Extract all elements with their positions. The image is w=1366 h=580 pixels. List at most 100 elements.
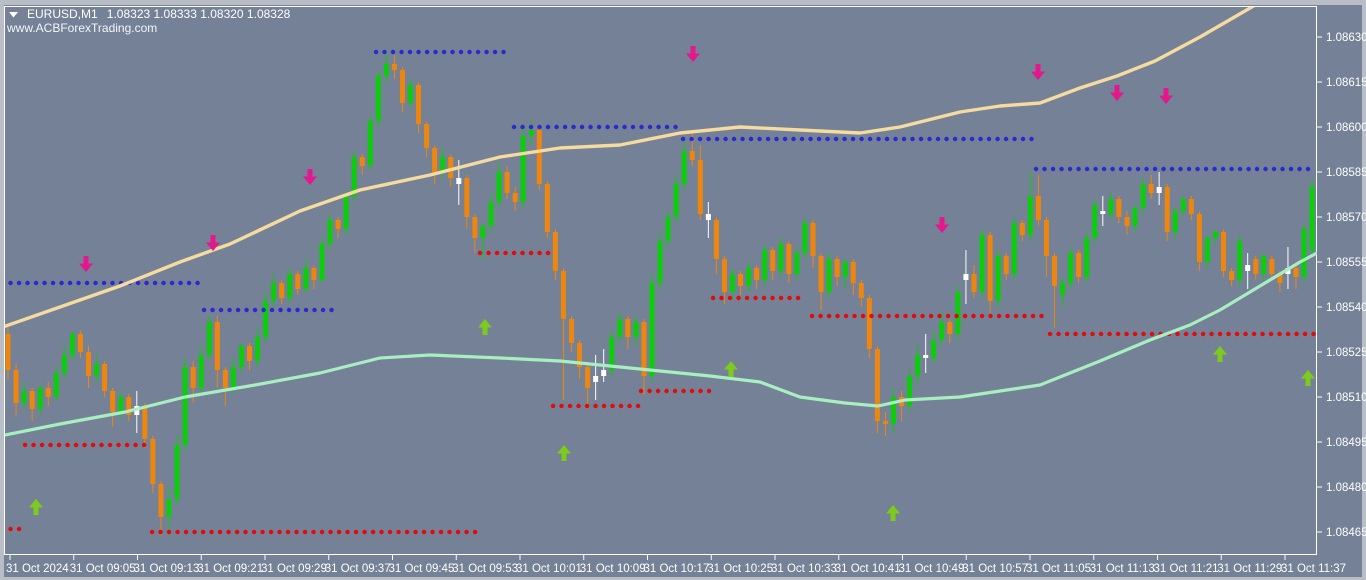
chart-background[interactable]	[0, 0, 1366, 580]
candle-body	[183, 367, 188, 445]
candle-body	[199, 355, 204, 388]
candle-body	[86, 352, 91, 376]
x-axis-label: 31 Oct 09:29	[261, 563, 327, 575]
quote-ohlc: 1.08323 1.08333 1.08320 1.08328	[107, 7, 291, 21]
candle-body	[875, 349, 880, 421]
candle-body	[94, 364, 99, 376]
candle-body	[384, 64, 389, 76]
candle-body	[1157, 187, 1162, 193]
candle-body	[1084, 238, 1089, 277]
candle-body	[931, 340, 936, 358]
candle-body	[585, 367, 590, 388]
candle-body	[625, 319, 630, 337]
candle-body	[819, 256, 824, 292]
candle-body	[988, 235, 993, 301]
candle-body	[1189, 199, 1194, 214]
candle-body	[996, 256, 1001, 301]
quote-line: EURUSD,M1 1.08323 1.08333 1.08320 1.08328	[27, 7, 291, 21]
candle-body	[239, 346, 244, 367]
x-axis-label: 31 Oct 09:53	[452, 563, 518, 575]
candle-body	[255, 337, 260, 361]
candle-body	[150, 439, 155, 484]
candle-body	[843, 262, 848, 277]
y-axis-label: 1.08525	[1326, 347, 1366, 359]
candle-body	[1044, 220, 1049, 256]
window-frame-edge	[0, 0, 4, 580]
candle-body	[1068, 253, 1073, 283]
candle-body	[263, 301, 268, 337]
chart-window: 1.086301.086151.086001.085851.085701.085…	[0, 0, 1366, 580]
candle-body	[456, 178, 461, 184]
candle-body	[682, 151, 687, 184]
candle-body	[867, 298, 872, 349]
candle-body	[915, 355, 920, 376]
candle-body	[497, 172, 502, 202]
y-axis-label: 1.08465	[1326, 527, 1366, 539]
candle-body	[1108, 199, 1113, 214]
candle-body	[408, 85, 413, 103]
candle-body	[786, 244, 791, 274]
candle-body	[1116, 199, 1121, 217]
candle-body	[1133, 208, 1138, 226]
x-axis-label: 31 Oct 10:49	[899, 563, 965, 575]
candle-body	[1012, 223, 1017, 274]
candle-body	[1020, 223, 1025, 235]
candle-body	[1149, 184, 1154, 193]
candle-body	[811, 223, 816, 256]
candle-body	[593, 376, 598, 382]
x-axis-label: 31 Oct 10:33	[771, 563, 837, 575]
y-axis-label: 1.08615	[1326, 77, 1366, 89]
candle-body	[1092, 205, 1097, 238]
candle-body	[963, 274, 968, 280]
x-axis-label: 31 Oct 10:25	[707, 563, 773, 575]
candle-body	[762, 250, 767, 280]
candle-body	[1229, 271, 1234, 280]
candle-body	[714, 220, 719, 259]
candle-body	[1197, 214, 1202, 262]
candle-body	[1237, 241, 1242, 280]
candle-body	[191, 367, 196, 388]
candle-body	[851, 262, 856, 283]
candle-body	[38, 388, 43, 409]
candle-body	[368, 121, 373, 166]
candle-body	[1100, 211, 1105, 214]
candle-body	[416, 85, 421, 124]
candle-body	[545, 184, 550, 232]
candle-body	[328, 220, 333, 244]
candle-body	[923, 355, 928, 358]
symbol-label: EURUSD,M1	[27, 7, 98, 21]
candle-body	[738, 274, 743, 286]
chart-canvas[interactable]: 1.086301.086151.086001.085851.085701.085…	[0, 0, 1366, 580]
candle-body	[392, 64, 397, 70]
y-axis-label: 1.08540	[1326, 302, 1366, 314]
candle-body	[939, 322, 944, 340]
candle-body	[175, 445, 180, 499]
x-axis-label: 31 Oct 2024	[6, 563, 69, 575]
x-axis-label: 31 Oct 10:17	[644, 563, 710, 575]
candle-body	[46, 388, 51, 397]
candle-body	[706, 214, 711, 220]
x-axis-label: 31 Oct 10:41	[835, 563, 901, 575]
candle-body	[980, 235, 985, 292]
x-axis-label: 31 Oct 09:45	[389, 563, 455, 575]
x-axis-label: 31 Oct 11:05	[1026, 563, 1091, 575]
candle-body	[360, 157, 365, 166]
candle-body	[400, 70, 405, 103]
candle-body	[30, 391, 35, 409]
candle-body	[1124, 217, 1129, 226]
candle-body	[215, 322, 220, 370]
candle-body	[70, 334, 75, 355]
candle-body	[561, 271, 566, 319]
candle-body	[835, 259, 840, 277]
candle-body	[883, 421, 888, 424]
candle-body	[78, 334, 83, 352]
x-axis-label: 31 Oct 11:13	[1090, 563, 1155, 575]
candle-body	[513, 193, 518, 202]
candle-body	[1036, 196, 1041, 220]
candle-body	[1076, 253, 1081, 277]
candle-body	[947, 322, 952, 334]
candle-body	[336, 220, 341, 229]
candle-body	[1302, 229, 1307, 277]
candle-body	[698, 160, 703, 214]
y-axis-label: 1.08495	[1326, 437, 1366, 449]
